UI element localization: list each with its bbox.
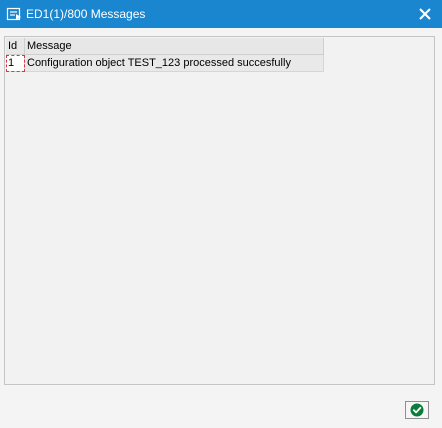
- message-window-icon: [6, 6, 22, 22]
- table-row[interactable]: 1 Configuration object TEST_123 processe…: [6, 55, 324, 72]
- messages-table-panel: Id Message 1 Configuration object TEST_1…: [4, 36, 435, 385]
- close-icon[interactable]: [416, 5, 434, 23]
- message-text-cell[interactable]: Configuration object TEST_123 processed …: [25, 55, 324, 72]
- messages-dialog: ED1(1)/800 Messages Id Message 1 Configu…: [0, 0, 442, 428]
- green-checkmark-icon: [410, 403, 424, 417]
- dialog-title: ED1(1)/800 Messages: [26, 7, 146, 21]
- title-bar: ED1(1)/800 Messages: [0, 0, 442, 28]
- table-header-row: Id Message: [6, 38, 324, 55]
- column-header-message[interactable]: Message: [25, 38, 324, 55]
- column-header-id[interactable]: Id: [6, 38, 25, 55]
- message-id-cell[interactable]: 1: [6, 55, 25, 72]
- messages-table: Id Message 1 Configuration object TEST_1…: [6, 38, 324, 72]
- confirm-button[interactable]: [405, 401, 429, 419]
